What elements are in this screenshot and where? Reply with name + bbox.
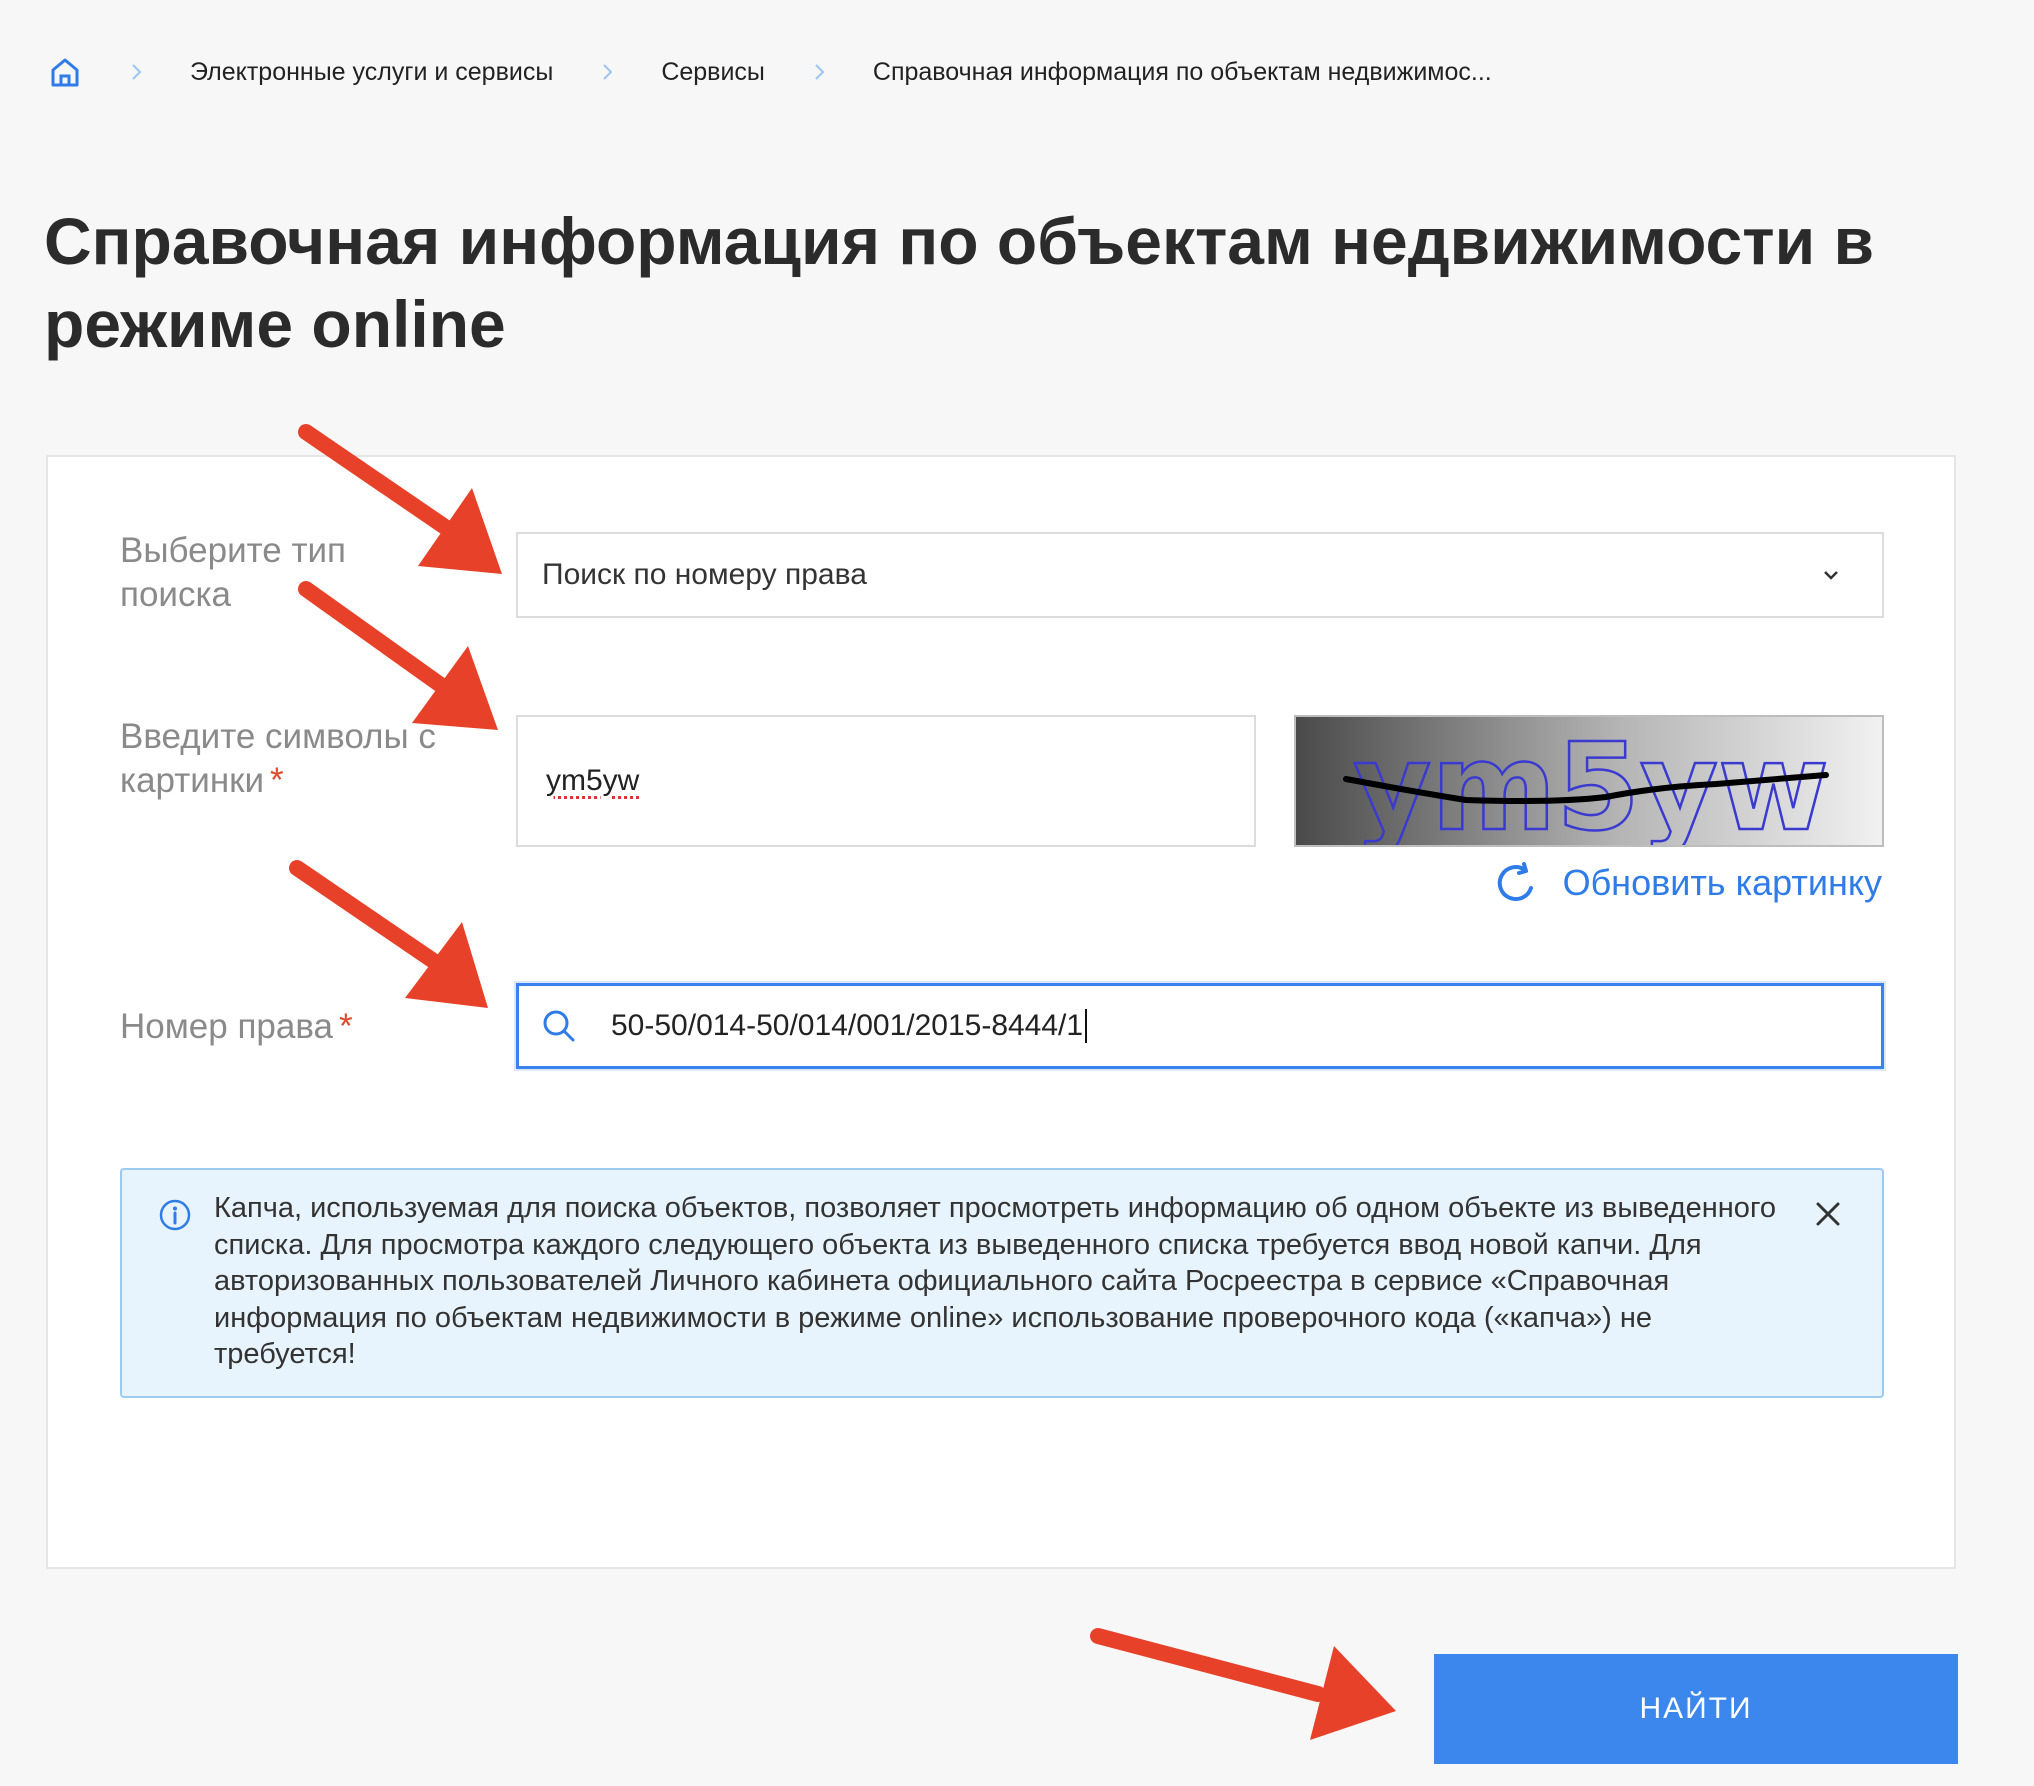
- chevron-right-icon: [132, 64, 142, 80]
- chevron-right-icon: [815, 64, 825, 80]
- breadcrumb: Электронные услуги и сервисы Сервисы Спр…: [48, 52, 1492, 92]
- arrow-annotation: [1090, 1628, 1396, 1740]
- refresh-captcha-label: Обновить картинку: [1562, 862, 1882, 903]
- right-number-value: 50-50/014-50/014/001/2015-8444/1: [611, 1009, 1084, 1042]
- captcha-label: Введите символы с картинки *: [120, 715, 480, 803]
- info-icon: [159, 1199, 191, 1231]
- required-mark: *: [339, 1007, 353, 1046]
- required-mark: *: [270, 761, 284, 800]
- info-text: Капча, используемая для поиска объектов,…: [214, 1192, 1777, 1370]
- search-type-label: Выберите тип поиска: [120, 529, 440, 617]
- breadcrumb-item-current: Справочная информация по объектам недвиж…: [872, 57, 1492, 86]
- number-label-text: Номер права: [120, 1007, 334, 1046]
- chevron-down-icon: [1824, 571, 1838, 580]
- captcha-graphic: ym5yw: [1296, 717, 1882, 845]
- captcha-image: ym5yw: [1294, 715, 1884, 847]
- search-form-card: Выберите тип поиска Поиск по номеру прав…: [46, 455, 1956, 1569]
- breadcrumb-item-services-root[interactable]: Электронные услуги и сервисы: [190, 58, 553, 87]
- captcha-input-value: ym5yw: [546, 764, 640, 797]
- right-number-input[interactable]: 50-50/014-50/014/001/2015-8444/1: [516, 983, 1884, 1069]
- refresh-icon: [1497, 862, 1533, 902]
- text-caret: [1085, 1009, 1088, 1043]
- search-icon: [543, 1010, 575, 1042]
- search-type-label-text: Выберите тип поиска: [120, 531, 346, 614]
- chevron-right-icon: [603, 64, 613, 80]
- number-label: Номер права *: [120, 1005, 480, 1049]
- refresh-captcha-link[interactable]: Обновить картинку: [1495, 861, 1882, 905]
- search-type-select[interactable]: Поиск по номеру права: [516, 532, 1884, 618]
- home-icon[interactable]: [48, 55, 82, 89]
- page-title: Справочная информация по объектам недвиж…: [44, 204, 1875, 361]
- find-button[interactable]: НАЙТИ: [1434, 1654, 1958, 1764]
- search-type-value: Поиск по номеру права: [542, 558, 867, 591]
- breadcrumb-item-services[interactable]: Сервисы: [661, 58, 765, 87]
- captcha-input[interactable]: ym5yw: [516, 715, 1256, 847]
- close-icon[interactable]: [1814, 1200, 1842, 1228]
- captcha-info-notice: Капча, используемая для поиска объектов,…: [120, 1168, 1884, 1398]
